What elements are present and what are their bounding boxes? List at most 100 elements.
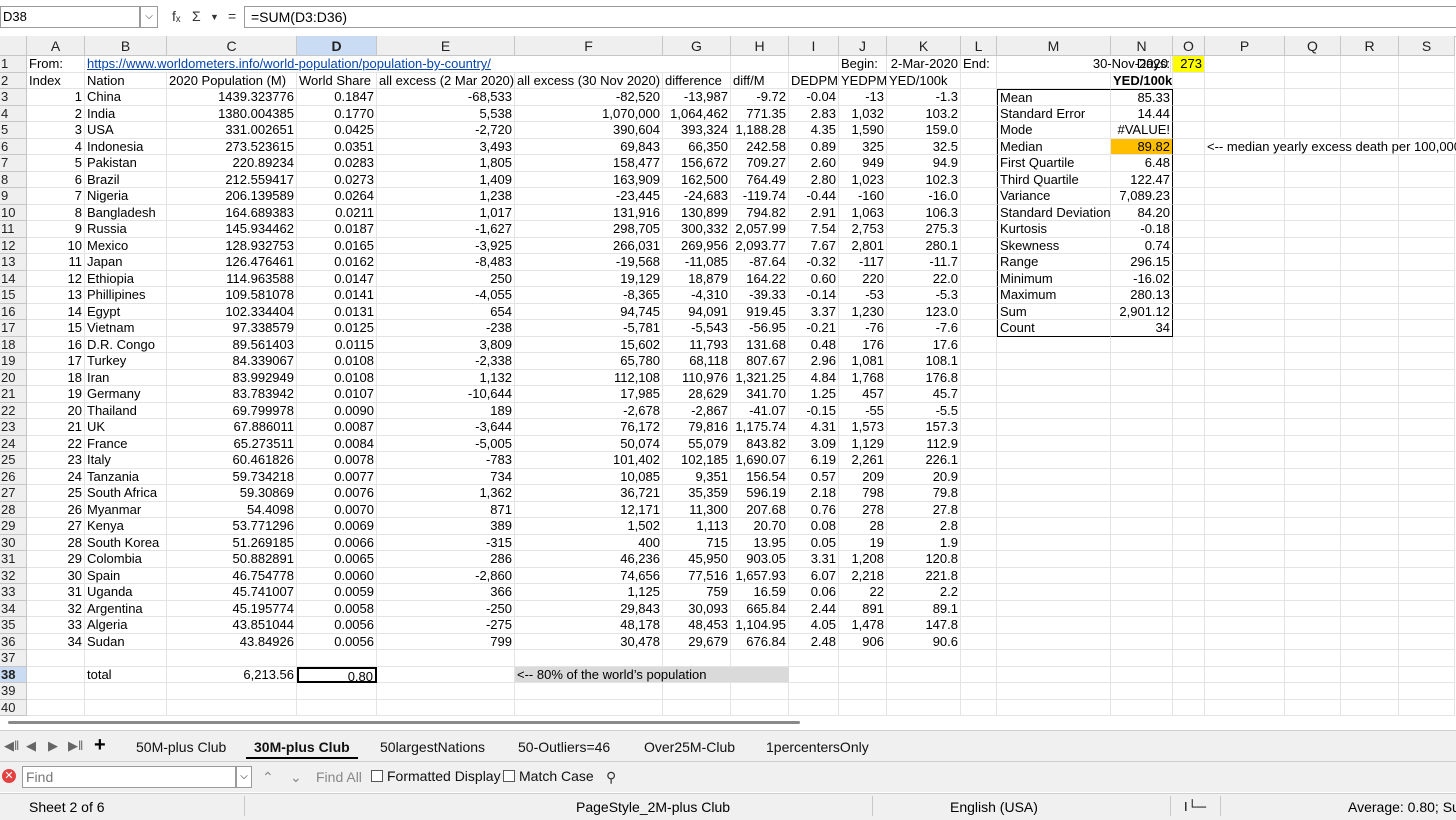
index-cell[interactable]: 31 bbox=[27, 584, 85, 601]
index-cell[interactable]: 32 bbox=[27, 600, 85, 617]
grid-cell[interactable] bbox=[377, 650, 515, 667]
grid-cell[interactable] bbox=[1341, 551, 1399, 568]
stat-value[interactable]: 89.82 bbox=[1111, 138, 1173, 155]
value-cell[interactable]: 97.338579 bbox=[167, 320, 297, 337]
value-cell[interactable]: 164.22 bbox=[731, 270, 789, 287]
value-cell[interactable]: 50.882891 bbox=[167, 551, 297, 568]
grid-cell[interactable] bbox=[1341, 89, 1399, 106]
nation-cell[interactable]: South Africa bbox=[85, 485, 167, 502]
grid-cell[interactable] bbox=[961, 683, 997, 700]
value-cell[interactable]: -4,055 bbox=[377, 287, 515, 304]
grid-cell[interactable] bbox=[1285, 485, 1341, 502]
total-share[interactable]: 0.80 bbox=[297, 666, 377, 683]
grid-cell[interactable] bbox=[515, 650, 663, 667]
grid-cell[interactable] bbox=[1285, 650, 1341, 667]
grid-cell[interactable] bbox=[961, 270, 997, 287]
select-all-corner[interactable] bbox=[0, 36, 27, 56]
value-cell[interactable]: 145.934462 bbox=[167, 221, 297, 238]
grid-cell[interactable] bbox=[1285, 270, 1341, 287]
grid-cell[interactable] bbox=[1341, 188, 1399, 205]
grid-cell[interactable] bbox=[961, 534, 997, 551]
first-sheet-icon[interactable]: ◀‖ bbox=[4, 738, 19, 754]
grid-cell[interactable] bbox=[1111, 600, 1173, 617]
value-cell[interactable]: -238 bbox=[377, 320, 515, 337]
value-cell[interactable]: -3,644 bbox=[377, 419, 515, 436]
grid-cell[interactable] bbox=[961, 584, 997, 601]
grid-cell[interactable] bbox=[1399, 369, 1455, 386]
cursor-mode-icon[interactable]: I└─ bbox=[1184, 799, 1206, 814]
value-cell[interactable]: 94,745 bbox=[515, 303, 663, 320]
value-cell[interactable]: 0.0087 bbox=[297, 419, 377, 436]
value-cell[interactable]: 759 bbox=[663, 584, 731, 601]
value-cell[interactable]: 176.8 bbox=[887, 369, 961, 386]
value-cell[interactable]: 0.0187 bbox=[297, 221, 377, 238]
value-cell[interactable]: 76,172 bbox=[515, 419, 663, 436]
grid-cell[interactable] bbox=[1285, 89, 1341, 106]
grid-cell[interactable] bbox=[1399, 221, 1455, 238]
grid-cell[interactable] bbox=[1173, 270, 1205, 287]
value-cell[interactable]: 20.70 bbox=[731, 518, 789, 535]
tab-over25m-club[interactable]: Over25M-Club bbox=[636, 737, 743, 757]
nation-cell[interactable]: India bbox=[85, 105, 167, 122]
value-cell[interactable]: 1,104.95 bbox=[731, 617, 789, 634]
grid-cell[interactable] bbox=[1285, 633, 1341, 650]
value-cell[interactable]: 0.1847 bbox=[297, 89, 377, 106]
value-cell[interactable]: 3,809 bbox=[377, 336, 515, 353]
grid-cell[interactable] bbox=[997, 551, 1111, 568]
grid-cell[interactable] bbox=[1341, 501, 1399, 518]
grid-cell[interactable] bbox=[1111, 485, 1173, 502]
value-cell[interactable]: 123.0 bbox=[887, 303, 961, 320]
grid-cell[interactable] bbox=[1111, 353, 1173, 370]
value-cell[interactable]: 0.0058 bbox=[297, 600, 377, 617]
value-cell[interactable]: 164.689383 bbox=[167, 204, 297, 221]
grid-cell[interactable] bbox=[1205, 551, 1285, 568]
value-cell[interactable]: 1,409 bbox=[377, 171, 515, 188]
grid-cell[interactable] bbox=[1111, 386, 1173, 403]
value-cell[interactable]: 250 bbox=[377, 270, 515, 287]
value-cell[interactable]: 59.734218 bbox=[167, 468, 297, 485]
row-header-18[interactable]: 18 bbox=[0, 336, 27, 353]
value-cell[interactable]: 67.886011 bbox=[167, 419, 297, 436]
value-cell[interactable]: 0.0162 bbox=[297, 254, 377, 271]
grid-cell[interactable] bbox=[1173, 567, 1205, 584]
index-cell[interactable]: 14 bbox=[27, 303, 85, 320]
grid-cell[interactable] bbox=[1111, 534, 1173, 551]
value-cell[interactable]: -117 bbox=[839, 254, 887, 271]
grid-cell[interactable] bbox=[789, 683, 839, 700]
row-header-20[interactable]: 20 bbox=[0, 369, 27, 386]
value-cell[interactable]: 220.89234 bbox=[167, 155, 297, 172]
grid-cell[interactable] bbox=[1173, 468, 1205, 485]
grid-cell[interactable] bbox=[1173, 435, 1205, 452]
grid-cell[interactable] bbox=[1285, 600, 1341, 617]
grid-cell[interactable] bbox=[997, 666, 1111, 683]
value-cell[interactable]: 871 bbox=[377, 501, 515, 518]
next-sheet-icon[interactable]: ▶ bbox=[48, 738, 58, 754]
value-cell[interactable]: 596.19 bbox=[731, 485, 789, 502]
grid-cell[interactable] bbox=[997, 386, 1111, 403]
grid-cell[interactable] bbox=[997, 336, 1111, 353]
grid-cell[interactable] bbox=[1173, 386, 1205, 403]
value-cell[interactable]: 0.0107 bbox=[297, 386, 377, 403]
index-cell[interactable]: 18 bbox=[27, 369, 85, 386]
value-cell[interactable]: 110,976 bbox=[663, 369, 731, 386]
value-cell[interactable]: 11,300 bbox=[663, 501, 731, 518]
value-cell[interactable]: 102.3 bbox=[887, 171, 961, 188]
grid-cell[interactable] bbox=[1341, 56, 1399, 73]
value-cell[interactable]: 0.0264 bbox=[297, 188, 377, 205]
index-cell[interactable]: 34 bbox=[27, 633, 85, 650]
value-cell[interactable]: 0.0425 bbox=[297, 122, 377, 139]
grid-cell[interactable] bbox=[1173, 501, 1205, 518]
index-cell[interactable]: 22 bbox=[27, 435, 85, 452]
value-cell[interactable]: -56.95 bbox=[731, 320, 789, 337]
grid-cell[interactable] bbox=[1341, 336, 1399, 353]
grid-cell[interactable] bbox=[1173, 666, 1205, 683]
grid-cell[interactable] bbox=[1341, 633, 1399, 650]
grid-cell[interactable] bbox=[1173, 452, 1205, 469]
value-cell[interactable]: 242.58 bbox=[731, 138, 789, 155]
column-header-o[interactable]: O bbox=[1173, 36, 1205, 56]
value-cell[interactable]: 84.339067 bbox=[167, 353, 297, 370]
value-cell[interactable]: 17,985 bbox=[515, 386, 663, 403]
grid-cell[interactable] bbox=[1399, 699, 1455, 716]
grid-cell[interactable] bbox=[961, 650, 997, 667]
index-cell[interactable]: 13 bbox=[27, 287, 85, 304]
